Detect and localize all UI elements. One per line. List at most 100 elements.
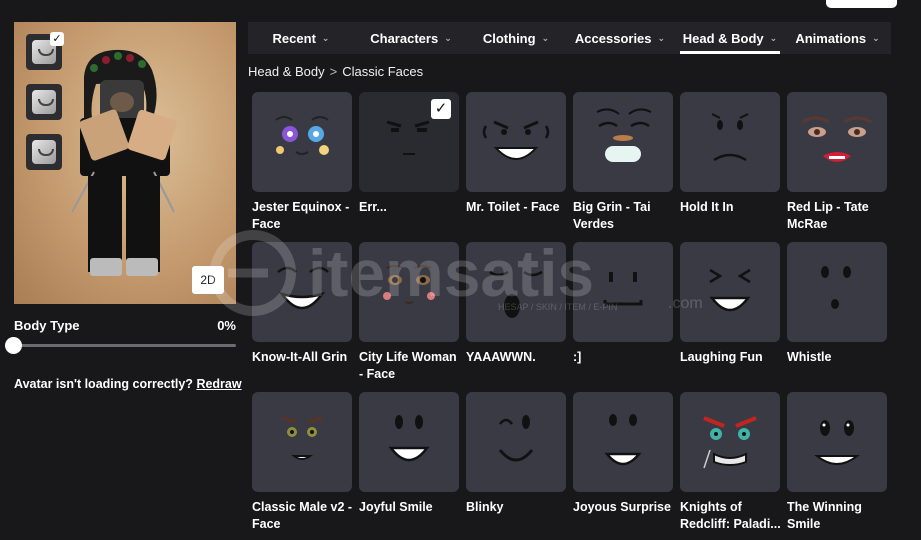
avatar-thumb-2[interactable]: [26, 84, 62, 120]
item-thumbnail[interactable]: [680, 242, 780, 342]
item-name: YAAAWWN.: [466, 350, 536, 364]
face-joyful-smile-icon: [388, 415, 430, 462]
face-joyous-surprise-icon: [604, 414, 642, 466]
loading-notice: Avatar isn't loading correctly? Redraw: [14, 377, 242, 391]
item-thumbnail[interactable]: [466, 242, 566, 342]
item-card[interactable]: ✓ Err...: [359, 92, 459, 242]
item-card[interactable]: The Winning Smile: [787, 392, 887, 540]
item-thumbnail[interactable]: [787, 242, 887, 342]
item-thumbnail[interactable]: [252, 92, 352, 192]
check-icon: ✓: [50, 32, 64, 46]
item-card[interactable]: Jester Equinox - Face: [252, 92, 352, 242]
item-thumbnail[interactable]: [680, 392, 780, 492]
category-tabs: Recent ⌄ Characters ⌄ Clothing ⌄ Accessorie…: [248, 22, 891, 54]
face-knights-of-redcliff-icon: [703, 416, 757, 469]
tab-recent[interactable]: Recent ⌄: [248, 22, 354, 54]
chevron-down-icon: ⌄: [541, 32, 550, 43]
face-city-life-woman-icon: [383, 265, 435, 304]
item-name: Know-It-All Grin: [252, 350, 348, 364]
breadcrumb: Head & Body > Classic Faces: [248, 64, 423, 79]
item-card[interactable]: Hold It In: [680, 92, 780, 242]
item-card[interactable]: YAAAWWN.: [466, 242, 566, 392]
top-button-stub[interactable]: [826, 0, 897, 8]
item-name: Laughing Fun: [680, 350, 763, 364]
item-name: The Winning Smile: [787, 500, 862, 531]
face-smile-bracket-icon: [603, 272, 643, 306]
item-thumbnail[interactable]: [359, 242, 459, 342]
item-card[interactable]: Big Grin - Tai Verdes: [573, 92, 673, 242]
face-big-grin-icon: [596, 108, 652, 162]
face-classic-male-icon: [281, 416, 323, 460]
face-whistle-icon: [821, 266, 851, 309]
item-name: Whistle: [787, 350, 832, 364]
tab-label: Clothing: [482, 30, 536, 46]
tab-characters[interactable]: Characters ⌄: [354, 22, 468, 54]
avatar-thumb-3[interactable]: [26, 134, 62, 170]
item-card[interactable]: Joyous Surprise: [573, 392, 673, 540]
chevron-down-icon: ⌄: [444, 32, 452, 43]
tab-label: Accessories: [574, 30, 652, 46]
item-name: Classic Male v2 - Face: [252, 500, 353, 531]
item-card[interactable]: Red Lip - Tate McRae: [787, 92, 887, 242]
item-thumbnail[interactable]: [466, 392, 566, 492]
item-thumbnail[interactable]: [466, 92, 566, 192]
item-grid: Jester Equinox - Face ✓ Err... Mr. Toile…: [252, 92, 887, 540]
item-name: Red Lip - Tate McRae: [787, 200, 869, 231]
item-card[interactable]: Joyful Smile: [359, 392, 459, 540]
tab-head-body[interactable]: Head & Body ⌄: [676, 22, 784, 54]
item-thumbnail[interactable]: [787, 92, 887, 192]
item-thumbnail[interactable]: ✓: [359, 92, 459, 192]
face-red-lip-icon: [802, 116, 872, 162]
breadcrumb-parent[interactable]: Head & Body: [248, 64, 325, 79]
face-laughing-fun-icon: [709, 268, 751, 312]
face-hold-it-in-icon: [711, 113, 749, 162]
item-thumbnail[interactable]: [787, 392, 887, 492]
tab-accessories[interactable]: Accessories ⌄: [564, 22, 676, 54]
toggle-2d-button[interactable]: 2D: [192, 266, 224, 294]
item-card[interactable]: Blinky: [466, 392, 566, 540]
body-type-slider-track[interactable]: [14, 344, 236, 347]
tab-label: Characters: [370, 30, 439, 46]
tab-label: Recent: [272, 30, 316, 46]
face-know-it-all-grin-icon: [277, 266, 329, 310]
item-thumbnail[interactable]: [680, 92, 780, 192]
loading-notice-text: Avatar isn't loading correctly?: [14, 377, 193, 391]
item-card[interactable]: Mr. Toilet - Face: [466, 92, 566, 242]
item-card[interactable]: Laughing Fun: [680, 242, 780, 392]
item-thumbnail[interactable]: [359, 392, 459, 492]
tab-animations[interactable]: Animations ⌄: [784, 22, 891, 54]
chevron-down-icon: ⌄: [321, 32, 330, 43]
chevron-down-icon: ⌄: [657, 32, 666, 43]
item-name: Err...: [359, 200, 387, 214]
breadcrumb-current: Classic Faces: [342, 64, 424, 79]
face-yawn-icon: [489, 270, 543, 318]
chevron-down-icon: ⌄: [769, 32, 778, 43]
item-card[interactable]: Knights of Redcliff: Paladi...: [680, 392, 781, 540]
equipped-check-icon: ✓: [431, 99, 451, 119]
item-thumbnail[interactable]: [573, 392, 673, 492]
item-thumbnail[interactable]: [573, 92, 673, 192]
item-name: Blinky: [466, 500, 504, 514]
item-name: City Life Woman - Face: [359, 350, 457, 381]
item-name: Hold It In: [680, 200, 734, 214]
item-card[interactable]: Classic Male v2 - Face: [252, 392, 352, 540]
tab-clothing[interactable]: Clothing ⌄: [468, 22, 564, 54]
item-thumbnail[interactable]: [252, 242, 352, 342]
avatar-thumb-1[interactable]: ✓: [26, 32, 64, 70]
tab-label: Animations: [795, 30, 867, 46]
item-card[interactable]: Know-It-All Grin: [252, 242, 352, 392]
item-card[interactable]: City Life Woman - Face: [359, 242, 459, 392]
tab-label: Head & Body: [682, 30, 764, 46]
item-name: Joyous Surprise: [573, 500, 671, 514]
face-blinky-icon: [498, 415, 534, 462]
chevron-down-icon: ⌄: [872, 32, 880, 43]
head-cube-icon: [32, 90, 56, 114]
item-card[interactable]: Whistle: [787, 242, 887, 392]
item-name: Knights of Redcliff: Paladi...: [680, 500, 781, 531]
item-thumbnail[interactable]: [573, 242, 673, 342]
item-thumbnail[interactable]: [252, 392, 352, 492]
face-jester-icon: [275, 116, 329, 155]
redraw-link[interactable]: Redraw: [196, 377, 241, 391]
item-card[interactable]: :]: [573, 242, 673, 392]
body-type-slider-thumb[interactable]: [5, 337, 22, 354]
